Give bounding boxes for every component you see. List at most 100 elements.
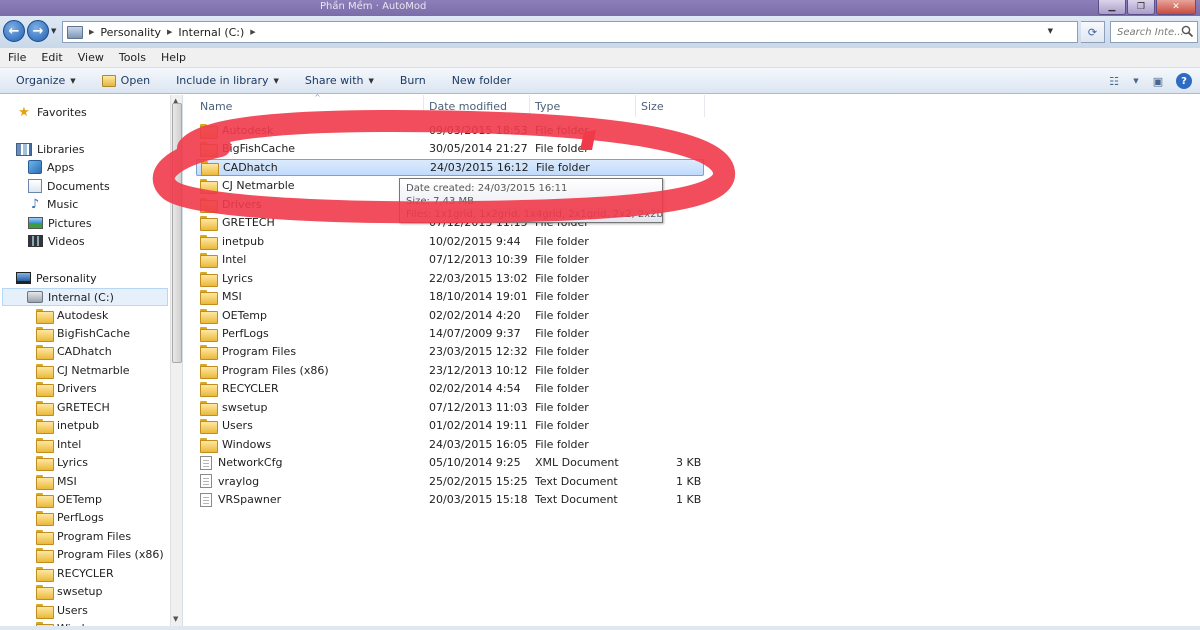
nav-folder-item[interactable]: MSI [36, 472, 77, 490]
file-row[interactable]: vraylog 25/02/2015 15:25 Text Document 1 KB [196, 473, 704, 490]
address-dropdown-icon[interactable]: ▼ [1048, 27, 1053, 35]
breadcrumb-personality[interactable]: Personality [100, 26, 161, 39]
nav-favorites[interactable]: ★ Favorites [16, 103, 87, 121]
search-placeholder: Search Inte... [1117, 26, 1184, 38]
folder-icon [36, 437, 54, 453]
forward-button[interactable]: → [27, 20, 49, 42]
folder-icon [36, 603, 54, 619]
nav-folder-label: CJ Netmarble [57, 363, 130, 377]
maximize-button[interactable]: ❐ [1127, 0, 1155, 15]
menu-tools[interactable]: Tools [119, 51, 146, 64]
column-header-date[interactable]: Date modified [423, 95, 530, 117]
menu-view[interactable]: View [78, 51, 104, 64]
nav-folder-item[interactable]: Program Files [36, 527, 131, 545]
menu-edit[interactable]: Edit [41, 51, 62, 64]
file-date: 07/12/2013 11:03 [429, 400, 528, 414]
nav-folder-item[interactable]: Intel [36, 435, 81, 453]
nav-folder-item[interactable]: Program Files (x86) [36, 546, 164, 564]
file-row[interactable]: inetpub 10/02/2015 9:44 File folder [196, 233, 704, 250]
nav-scrollbar[interactable]: ▲ ▼ [170, 95, 182, 630]
breadcrumb-arrow-icon[interactable]: ▶ [89, 28, 94, 36]
nav-folder-label: GRETECH [57, 400, 110, 414]
burn-button[interactable]: Burn [400, 74, 426, 87]
file-row[interactable]: VRSpawner 20/03/2015 15:18 Text Document 1 … [196, 491, 704, 508]
menu-help[interactable]: Help [161, 51, 186, 64]
nav-library-apps[interactable]: Apps [28, 158, 74, 176]
file-type: File folder [535, 234, 589, 248]
file-row[interactable]: MSI 18/10/2014 19:01 File folder [196, 288, 704, 306]
view-options-icon[interactable]: ☷ [1106, 74, 1122, 88]
file-row[interactable]: Windows 24/03/2015 16:05 File folder [196, 436, 704, 453]
file-name-cell: CJ Netmarble [200, 179, 295, 195]
file-row[interactable]: Program Files 23/03/2015 12:32 File folder [196, 343, 704, 361]
nav-scroll-thumb[interactable] [172, 103, 182, 363]
nav-folder-item[interactable]: Users [36, 601, 88, 619]
nav-folder-item[interactable]: RECYCLER [36, 564, 114, 582]
back-button[interactable]: ← [3, 20, 25, 42]
tooltip-size: Size: 7,43 MB [406, 196, 475, 207]
nav-computer[interactable]: Personality [16, 269, 97, 287]
nav-library-videos[interactable]: Videos [28, 232, 85, 250]
computer-icon [67, 25, 83, 39]
file-row[interactable]: Lyrics 22/03/2015 13:02 File folder [196, 270, 704, 287]
recent-pages-dropdown[interactable]: ▼ [51, 27, 56, 35]
preview-pane-icon[interactable]: ▣ [1150, 74, 1166, 88]
nav-folder-item[interactable]: inetpub [36, 417, 99, 435]
file-row[interactable]: RECYCLER 02/02/2014 4:54 File folder [196, 380, 704, 398]
nav-folder-item[interactable]: PerfLogs [36, 509, 104, 527]
file-row[interactable]: Users 01/02/2014 19:11 File folder [196, 417, 704, 435]
scroll-down-icon[interactable]: ▼ [173, 615, 178, 623]
nav-folder-item[interactable]: swsetup [36, 583, 103, 601]
open-button[interactable]: Open [101, 74, 150, 87]
nav-folder-label: Autodesk [57, 308, 109, 322]
address-bar[interactable]: ▶ Personality ▶ Internal (C:) ▶ ▼ [62, 21, 1078, 43]
file-row[interactable]: Program Files (x86) 23/12/2013 10:12 File … [196, 362, 704, 379]
share-with-button[interactable]: Share with ▼ [305, 74, 374, 87]
file-row[interactable]: NetworkCfg 05/10/2014 9:25 XML Document 3 K… [196, 454, 704, 471]
column-header-size[interactable]: Size [635, 95, 705, 117]
file-row[interactable]: swsetup 07/12/2013 11:03 File folder [196, 399, 704, 416]
close-button[interactable]: ✕ [1156, 0, 1196, 15]
nav-folder-item[interactable]: Drivers [36, 380, 97, 398]
nav-libraries[interactable]: Libraries [16, 140, 85, 158]
column-header-type[interactable]: Type [529, 95, 636, 117]
file-row[interactable]: PerfLogs 14/07/2009 9:37 File folder [196, 325, 704, 342]
file-row[interactable]: Autodesk 09/03/2015 18:53 File folder [196, 122, 704, 139]
breadcrumb-arrow-icon[interactable]: ▶ [250, 28, 255, 36]
organize-button[interactable]: Organize ▼ [16, 74, 76, 87]
refresh-button[interactable]: ⟳ [1081, 21, 1105, 43]
file-row[interactable]: Intel 07/12/2013 10:39 File folder [196, 251, 704, 269]
nav-folder-item[interactable]: OETemp [36, 491, 102, 509]
nav-folder-item[interactable]: BigFishCache [36, 324, 130, 342]
file-row[interactable]: CADhatch 24/03/2015 16:12 File folder [196, 158, 704, 176]
nav-folder-item[interactable]: CADhatch [36, 343, 112, 361]
search-icon[interactable] [1181, 25, 1194, 38]
breadcrumb-drive[interactable]: Internal (C:) [178, 26, 244, 39]
minimize-button[interactable]: ▁ [1098, 0, 1126, 15]
file-row[interactable]: BigFishCache 30/05/2014 21:27 File folder [196, 140, 704, 158]
breadcrumb-arrow-icon[interactable]: ▶ [167, 28, 172, 36]
nav-folder-item[interactable]: Autodesk [36, 306, 108, 324]
folder-icon [200, 124, 218, 139]
nav-folder-item[interactable]: CJ Netmarble [36, 361, 130, 379]
include-in-library-button[interactable]: Include in library ▼ [176, 74, 279, 87]
nav-library-documents[interactable]: Documents [28, 177, 110, 195]
file-type: Text Document [535, 474, 618, 488]
column-header-name[interactable]: Name ^ [194, 93, 424, 117]
nav-library-pictures[interactable]: Pictures [28, 214, 92, 232]
search-input[interactable]: Search Inte... [1110, 21, 1198, 43]
nav-folder-item[interactable]: GRETECH [36, 398, 110, 416]
nav-drive-c[interactable]: Internal (C:) [2, 288, 168, 306]
menu-file[interactable]: File [8, 51, 26, 64]
nav-folder-item[interactable]: Lyrics [36, 454, 88, 472]
new-folder-button[interactable]: New folder [452, 74, 511, 87]
file-name-cell: vraylog [200, 474, 259, 489]
file-row[interactable]: OETemp 02/02/2014 4:20 File folder [196, 307, 704, 324]
chevron-down-icon[interactable]: ▼ [1132, 74, 1140, 88]
help-icon[interactable]: ? [1176, 73, 1192, 89]
file-name: Program Files (x86) [222, 363, 329, 377]
file-type: File folder [535, 271, 589, 285]
folder-icon [200, 437, 218, 453]
file-list: Name ^ Date modified Type Size Autodesk 09… [184, 93, 1200, 630]
nav-library-music[interactable]: ♪ Music [28, 195, 78, 213]
